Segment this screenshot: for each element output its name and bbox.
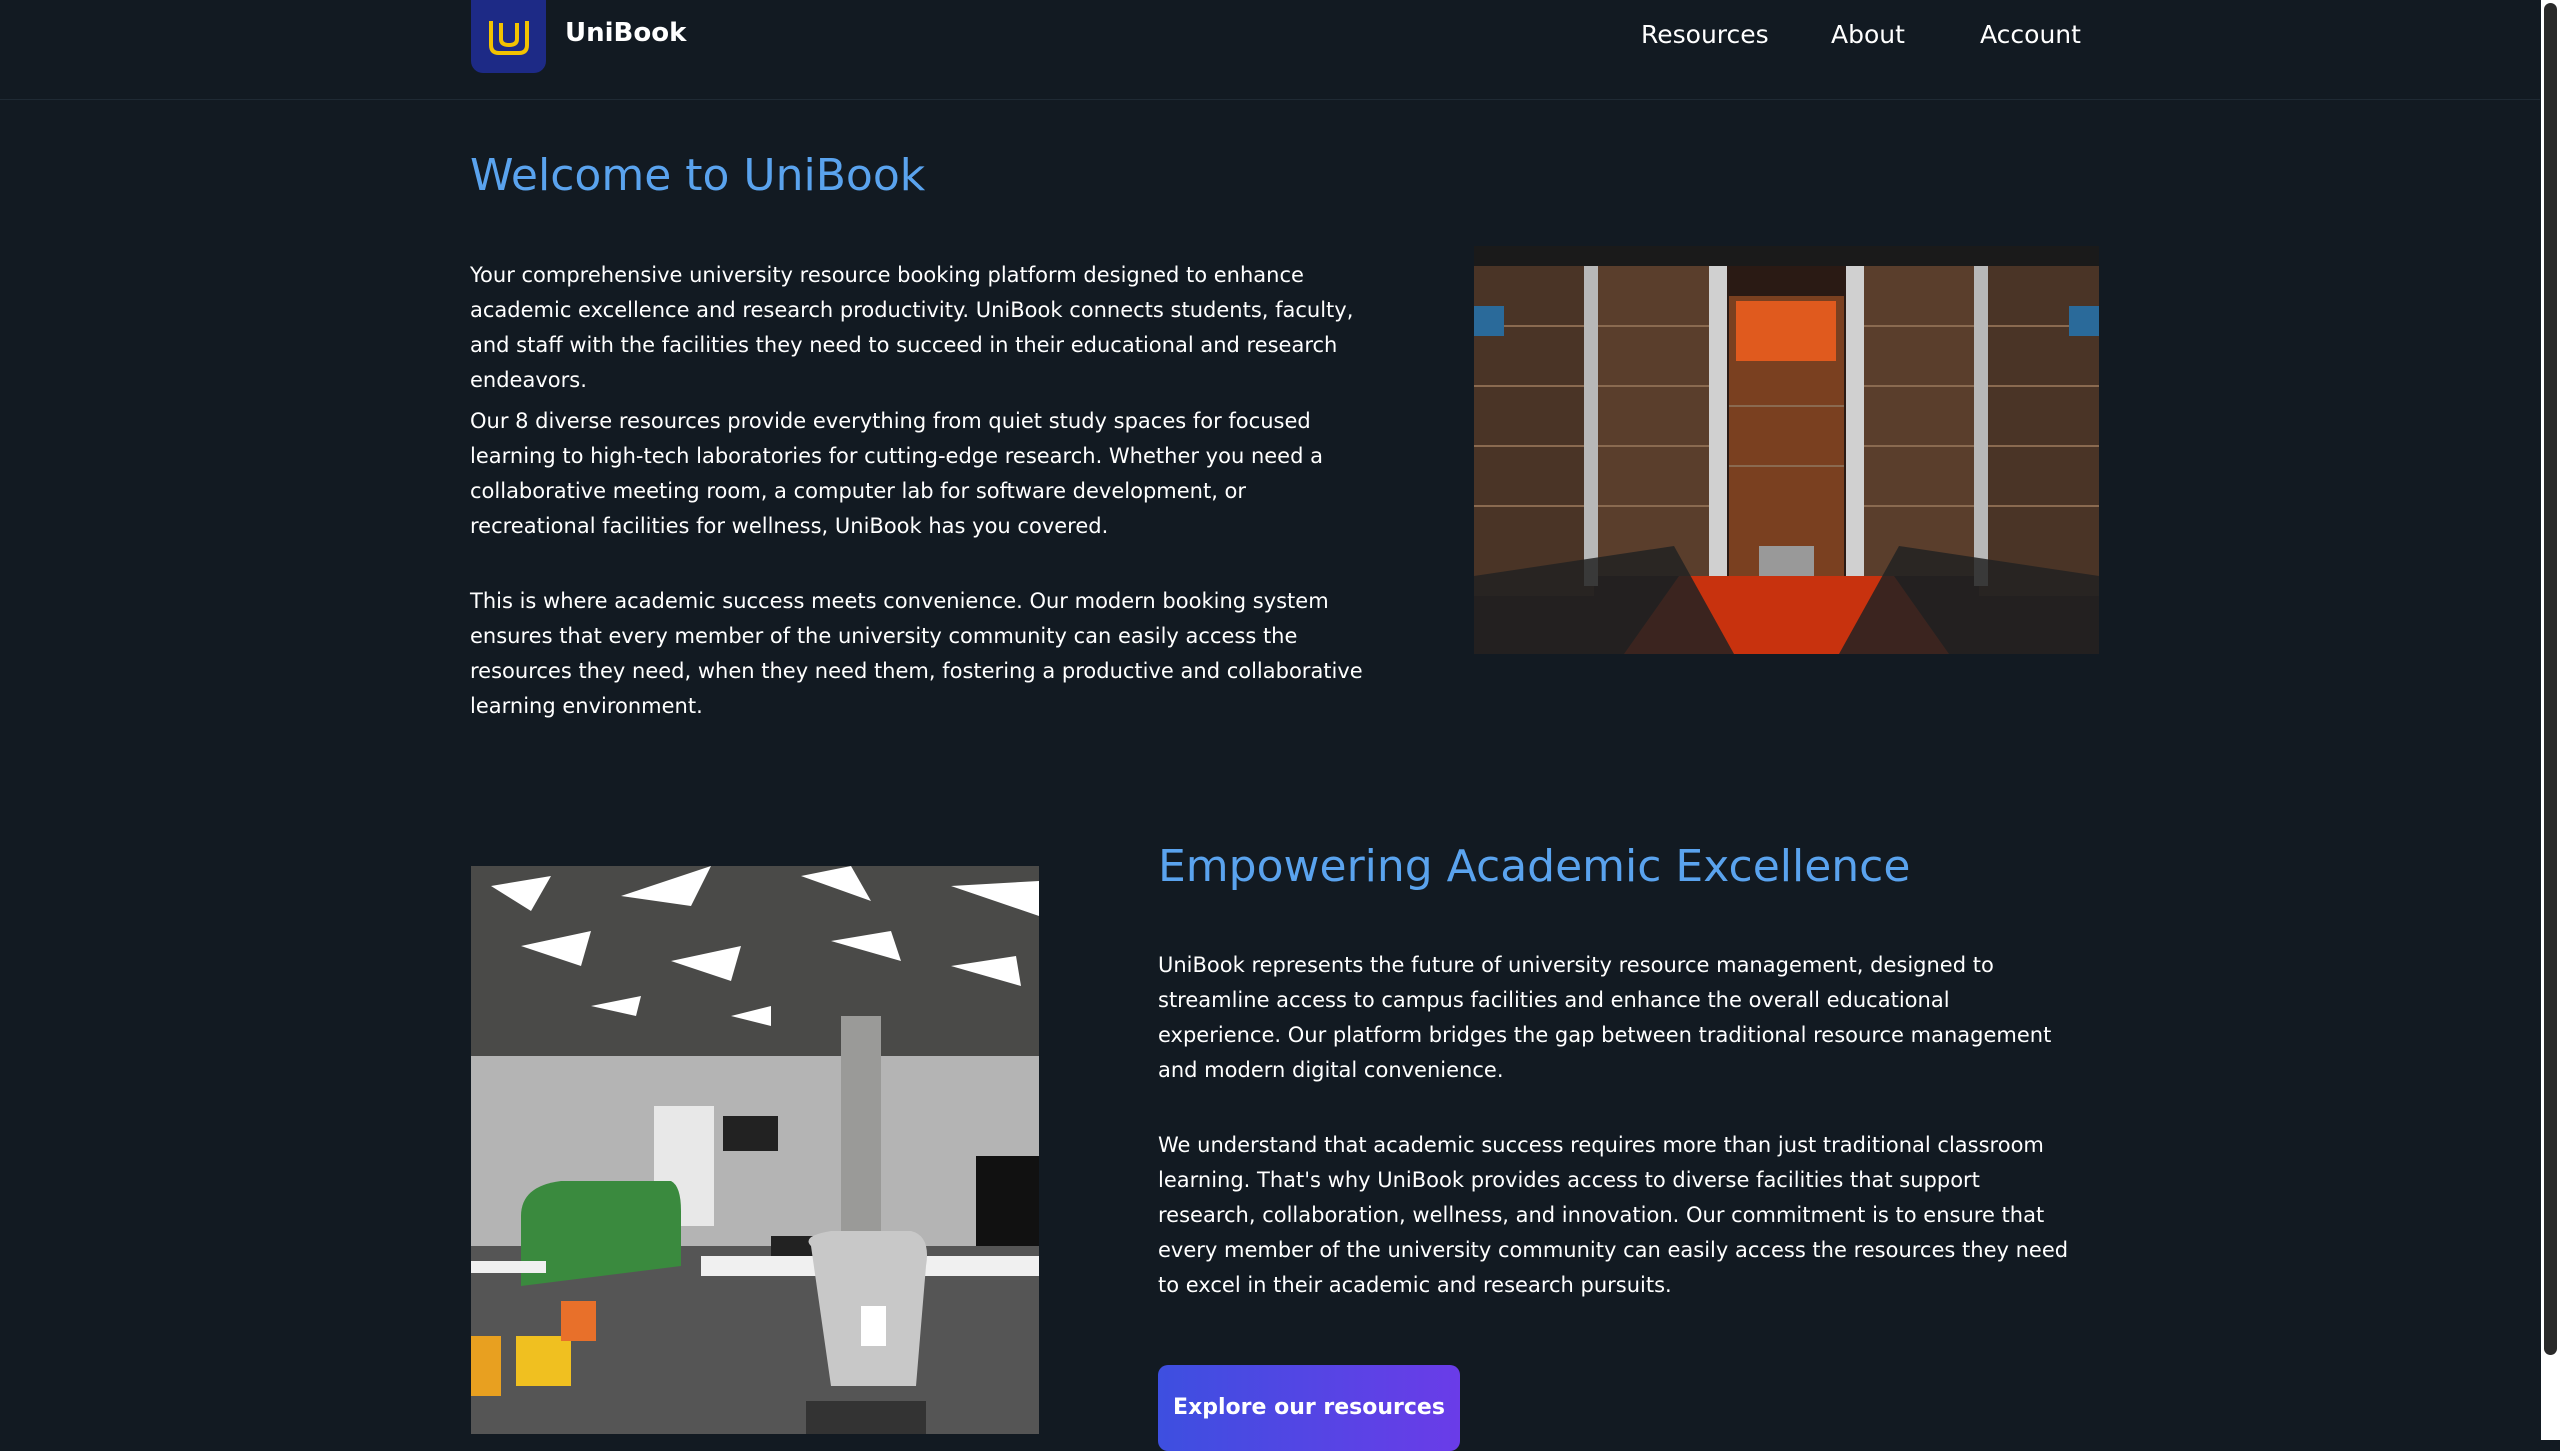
- office-image: [471, 866, 1039, 1434]
- mission-paragraph-2: We understand that academic success requ…: [1158, 1133, 2069, 1297]
- nav-account[interactable]: Account: [1980, 20, 2081, 49]
- mission-title: Empowering Academic Excellence: [1158, 841, 1911, 892]
- nav-resources[interactable]: Resources: [1641, 20, 1769, 49]
- intro-paragraph-3: This is where academic success meets con…: [470, 589, 1363, 718]
- explore-resources-button[interactable]: Explore our resources: [1158, 1365, 1460, 1451]
- scrollbar-thumb[interactable]: [2544, 3, 2557, 1355]
- nav-about[interactable]: About: [1831, 20, 1905, 49]
- intro-title: Welcome to UniBook: [470, 150, 926, 201]
- intro-paragraph-2: Our 8 diverse resources provide everythi…: [470, 409, 1323, 538]
- brand-name[interactable]: UniBook: [565, 18, 686, 48]
- unibook-logo-icon[interactable]: [471, 0, 546, 73]
- library-image: [1474, 246, 2099, 654]
- intro-paragraph-1: Your comprehensive university resource b…: [470, 263, 1354, 392]
- site-header: UniBook Resources About Account: [0, 0, 2540, 100]
- mission-paragraph-1: UniBook represents the future of univers…: [1158, 953, 2052, 1082]
